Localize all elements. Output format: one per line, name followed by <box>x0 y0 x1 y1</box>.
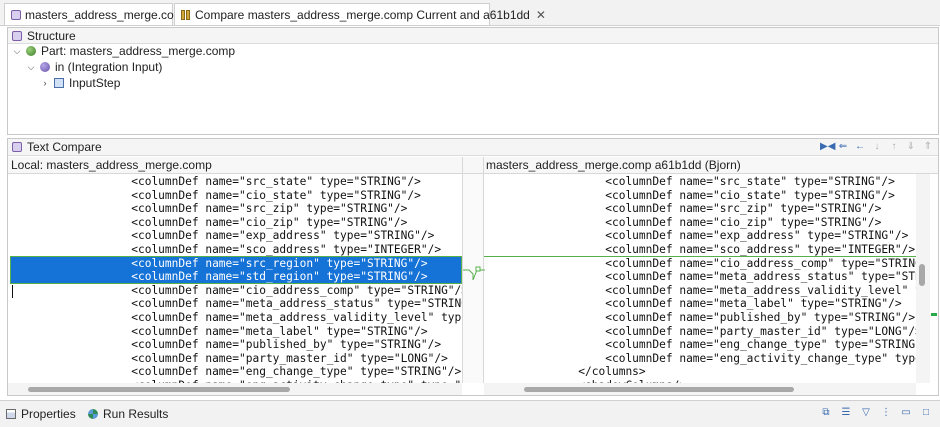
chevron-down-icon[interactable]: ⌵ <box>12 46 22 57</box>
step-icon <box>54 78 64 88</box>
code-line[interactable]: <columnDef name="src_region" type="STRIN… <box>10 256 462 271</box>
ignore-whitespace-icon[interactable]: ▶◀ <box>820 141 835 153</box>
center-gutter <box>462 174 485 383</box>
next-difference-icon[interactable]: ↓ <box>871 141 883 153</box>
left-pane-title: Local: masters_address_merge.comp <box>8 157 462 174</box>
chevron-right-icon[interactable]: › <box>40 78 50 88</box>
tree-item-label: InputStep <box>69 76 121 90</box>
text-compare-header: Text Compare ▶◀ ⇐ ← ↓ ↑ ⇓ ⇑ <box>8 139 938 156</box>
code-line[interactable]: <columnDef name="cio_address_comp" type=… <box>484 257 916 271</box>
tree-item-inputstep[interactable]: › InputStep <box>40 75 121 91</box>
tab-label: Compare masters_address_merge.comp Curre… <box>195 7 530 22</box>
next-change-icon[interactable]: ⇓ <box>905 141 917 153</box>
tree-view-icon[interactable]: ☰ <box>840 407 852 419</box>
tab-masters-address-merge[interactable]: masters_address_merge.comp <box>4 3 190 25</box>
compare-icon <box>181 9 191 20</box>
bottom-toolbar: ⧉ ☰ ▽ ⋮ ▭ □ <box>820 407 932 419</box>
text-compare-icon <box>12 142 22 152</box>
code-line[interactable]: <columnDef name="cio_state" type="STRING… <box>484 189 916 203</box>
editor-tab-bar: masters_address_merge.comp Compare maste… <box>0 0 940 26</box>
tree-item-part[interactable]: ⌵ Part: masters_address_merge.comp <box>12 43 236 59</box>
right-code-editor[interactable]: <columnDef name="src_state" type="STRING… <box>484 175 916 383</box>
code-line[interactable]: <columnDef name="published_by" type="STR… <box>10 338 462 352</box>
code-line[interactable]: <columnDef name="src_state" type="STRING… <box>484 175 916 189</box>
bottom-tab-bar: Properties Run Results ⧉ ☰ ▽ ⋮ ▭ □ <box>0 400 940 427</box>
code-line[interactable]: <columnDef name="eng_activity_change_typ… <box>484 352 916 366</box>
right-horizontal-scrollbar[interactable] <box>484 383 916 395</box>
code-line[interactable]: <columnDef name="party_master_id" type="… <box>484 325 916 339</box>
tree-item-label: Part: masters_address_merge.comp <box>41 44 236 58</box>
code-line[interactable]: <columnDef name="std_region" type="STRIN… <box>10 270 462 284</box>
filter-icon[interactable]: ▽ <box>860 407 872 419</box>
tree-item-input[interactable]: ⌵ in (Integration Input) <box>26 59 163 75</box>
right-change-marker <box>484 256 916 258</box>
input-icon <box>40 62 50 72</box>
previous-difference-icon[interactable]: ↑ <box>888 141 900 153</box>
run-results-icon <box>88 409 98 419</box>
code-line[interactable]: <columnDef name="meta_label" type="STRIN… <box>484 297 916 311</box>
right-pane-title: masters_address_merge.comp a61b1dd (Bjor… <box>484 157 938 174</box>
code-line[interactable]: <columnDef name="cio_zip" type="STRING"/… <box>484 216 916 230</box>
left-horizontal-scroll-thumb[interactable] <box>28 387 290 392</box>
structure-header: Structure <box>8 28 938 44</box>
code-line[interactable]: <columnDef name="cio_state" type="STRING… <box>10 189 462 203</box>
code-line[interactable]: <columnDef name="meta_address_validity_l… <box>484 284 916 298</box>
text-caret <box>12 285 13 298</box>
chevron-down-icon[interactable]: ⌵ <box>26 62 36 73</box>
tab-label: Properties <box>21 407 76 421</box>
code-line[interactable]: <columnDef name="meta_address_status" ty… <box>484 270 916 284</box>
overview-ruler[interactable] <box>930 174 938 383</box>
structure-panel: Structure ⌵ Part: masters_address_merge.… <box>7 27 939 135</box>
code-line[interactable]: <columnDef name="party_master_id" type="… <box>10 352 462 366</box>
code-line[interactable]: </columns> <box>484 365 916 379</box>
code-line[interactable]: <columnDef name="sco_address" type="INTE… <box>10 243 462 257</box>
code-line[interactable]: <columnDef name="published_by" type="STR… <box>484 311 916 325</box>
tab-run-results[interactable]: Run Results <box>88 405 168 423</box>
new-window-icon[interactable]: ⧉ <box>820 407 832 419</box>
text-compare-title: Text Compare <box>27 140 102 154</box>
code-line[interactable]: <columnDef name="src_zip" type="STRING"/… <box>10 202 462 216</box>
previous-change-icon[interactable]: ⇑ <box>922 141 934 153</box>
view-menu-icon[interactable]: ⋮ <box>880 407 892 419</box>
center-gutter-header <box>462 157 484 174</box>
structure-title: Structure <box>27 28 76 43</box>
vertical-scroll-thumb[interactable] <box>919 264 925 286</box>
text-compare-panel: Text Compare ▶◀ ⇐ ← ↓ ↑ ⇓ ⇑ Local: maste… <box>7 138 939 396</box>
left-horizontal-scrollbar[interactable] <box>8 383 462 395</box>
minimize-icon[interactable]: ▭ <box>900 407 912 419</box>
tab-properties[interactable]: Properties <box>6 405 76 423</box>
code-line[interactable]: <columnDef name="src_state" type="STRING… <box>10 175 462 189</box>
code-line[interactable]: <columnDef name="exp_address" type="STRI… <box>10 229 462 243</box>
tab-label: masters_address_merge.comp <box>25 7 191 22</box>
code-line[interactable]: <columnDef name="cio_zip" type="STRING"/… <box>10 216 462 230</box>
code-line[interactable]: <columnDef name="meta_address_validity_l… <box>10 311 462 325</box>
code-line[interactable]: <columnDef name="eng_change_type" type="… <box>484 338 916 352</box>
change-connector-icon <box>463 266 485 281</box>
structure-icon <box>12 30 22 41</box>
copy-current-left-icon[interactable]: ← <box>854 141 866 153</box>
tree-item-label: in (Integration Input) <box>55 60 163 74</box>
code-line[interactable]: <columnDef name="meta_label" type="STRIN… <box>10 325 462 339</box>
copy-all-left-icon[interactable]: ⇐ <box>837 141 849 153</box>
right-horizontal-scroll-thumb[interactable] <box>524 387 794 392</box>
overview-change-mark[interactable] <box>931 313 937 316</box>
close-icon[interactable]: ✕ <box>536 8 546 22</box>
tab-label: Run Results <box>103 407 169 421</box>
code-line[interactable]: <columnDef name="src_zip" type="STRING"/… <box>484 202 916 216</box>
part-icon <box>26 46 36 56</box>
properties-icon <box>6 409 16 419</box>
file-icon <box>11 9 21 20</box>
vertical-scrollbar[interactable] <box>916 174 930 383</box>
code-line[interactable]: <columnDef name="sco_address" type="INTE… <box>484 243 916 257</box>
code-line[interactable]: <columnDef name="exp_address" type="STRI… <box>484 229 916 243</box>
code-line[interactable]: <columnDef name="meta_address_status" ty… <box>10 297 462 311</box>
code-line[interactable]: <columnDef name="cio_address_comp" type=… <box>10 284 462 298</box>
code-line[interactable]: <columnDef name="eng_change_type" type="… <box>10 365 462 379</box>
maximize-icon[interactable]: □ <box>920 407 932 419</box>
left-code-editor[interactable]: <columnDef name="src_state" type="STRING… <box>10 175 462 383</box>
compare-toolbar: ▶◀ ⇐ ← ↓ ↑ ⇓ ⇑ <box>820 141 934 153</box>
tab-compare[interactable]: Compare masters_address_merge.comp Curre… <box>174 3 546 25</box>
